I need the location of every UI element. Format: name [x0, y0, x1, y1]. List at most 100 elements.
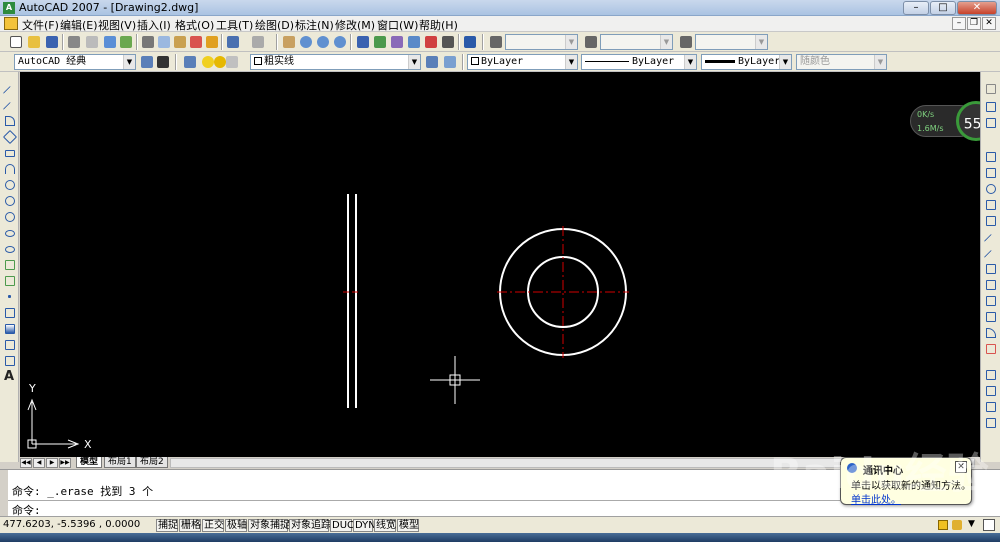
plotstyle-dropdown[interactable]: 随颜色 ▼ — [796, 54, 887, 70]
lock-icon[interactable] — [952, 520, 962, 530]
match-properties-icon[interactable] — [188, 34, 204, 50]
markup-icon[interactable] — [423, 34, 439, 50]
stretch-icon[interactable] — [984, 214, 998, 228]
region-icon[interactable] — [3, 338, 17, 352]
erase-icon[interactable] — [984, 82, 998, 96]
text-style-dropdown[interactable]: ▼ — [505, 34, 578, 50]
new-icon[interactable] — [8, 34, 24, 50]
rotate-icon[interactable] — [984, 182, 998, 196]
design-center-icon[interactable] — [372, 34, 388, 50]
menu-window[interactable]: 窗口(W) — [377, 17, 418, 33]
workspace-dropdown[interactable]: AutoCAD 经典 ▼ — [14, 54, 136, 70]
layer-lock-icon[interactable] — [224, 54, 240, 70]
send-to-back-icon[interactable] — [984, 400, 998, 414]
menu-help[interactable]: 帮助(H) — [419, 17, 458, 33]
ellipse-arc-icon[interactable] — [3, 242, 17, 256]
workspace-settings-icon[interactable] — [139, 54, 155, 70]
open-icon[interactable] — [26, 34, 42, 50]
menu-file[interactable]: 文件(F) — [22, 17, 59, 33]
undo-icon[interactable] — [225, 34, 241, 50]
save-workspace-icon[interactable] — [155, 54, 171, 70]
next-tab-button[interactable]: ▶ — [46, 458, 58, 468]
zoom-previous-icon[interactable] — [332, 34, 348, 50]
close-button[interactable]: ✕ — [957, 1, 997, 15]
tab-layout1[interactable]: 布局1 — [104, 457, 136, 468]
minimize-button[interactable]: – — [903, 1, 929, 15]
construction-line-icon[interactable] — [2, 98, 18, 117]
menu-tools[interactable]: 工具(T) — [216, 17, 253, 33]
dim-style-icon[interactable] — [583, 34, 599, 50]
tab-layout2[interactable]: 布局2 — [136, 457, 168, 468]
table-icon[interactable] — [3, 354, 17, 368]
plot-preview-icon[interactable] — [84, 34, 100, 50]
copy-object-icon[interactable] — [984, 100, 998, 114]
linetype-dropdown[interactable]: ByLayer ▼ — [581, 54, 697, 70]
balloon-close-button[interactable]: ✕ — [955, 461, 967, 473]
doc-restore-button[interactable]: ❐ — [967, 17, 981, 30]
menu-view[interactable]: 视图(V) — [98, 17, 136, 33]
help-icon[interactable] — [462, 34, 478, 50]
first-tab-button[interactable]: ◀◀ — [20, 458, 32, 468]
explode-icon[interactable] — [984, 342, 998, 356]
arc-icon[interactable] — [3, 162, 17, 176]
polyline-icon[interactable] — [3, 114, 17, 128]
gradient-icon[interactable] — [3, 322, 17, 336]
menu-insert[interactable]: 插入(I) — [137, 17, 171, 33]
model-toggle[interactable]: 模型 — [397, 519, 419, 532]
otrack-toggle[interactable]: 对象追踪 — [289, 519, 331, 532]
osnap-toggle[interactable]: 对象捕捉 — [248, 519, 290, 532]
lineweight-toggle[interactable]: 线宽 — [374, 519, 396, 532]
bring-to-front-icon[interactable] — [984, 384, 998, 398]
break-at-point-icon[interactable] — [984, 262, 998, 276]
multiline-text-icon[interactable]: A — [3, 369, 17, 384]
plot-icon[interactable] — [66, 34, 82, 50]
tab-model[interactable]: 模型 — [76, 457, 103, 468]
zoom-realtime-icon[interactable] — [298, 34, 314, 50]
status-menu-arrow-icon[interactable]: ▼ — [968, 519, 975, 529]
pan-icon[interactable] — [281, 34, 297, 50]
polar-toggle[interactable]: 极轴 — [225, 519, 247, 532]
ortho-toggle[interactable]: 正交 — [202, 519, 224, 532]
dim-style-dropdown[interactable]: ▼ — [600, 34, 673, 50]
join-icon[interactable] — [984, 294, 998, 308]
layer-manager-icon[interactable] — [182, 54, 198, 70]
layer-previous-icon[interactable] — [442, 54, 458, 70]
ellipse-icon[interactable] — [3, 226, 17, 240]
menu-edit[interactable]: 编辑(E) — [60, 17, 98, 33]
calculator-icon[interactable] — [440, 34, 456, 50]
paste-icon[interactable] — [172, 34, 188, 50]
line-icon[interactable] — [2, 82, 18, 101]
dyn-toggle[interactable]: DYN — [353, 519, 376, 532]
rectangle-icon[interactable] — [3, 146, 17, 160]
scale-icon[interactable] — [984, 198, 998, 212]
spline-icon[interactable] — [3, 210, 17, 224]
zoom-window-icon[interactable] — [315, 34, 331, 50]
mirror-icon[interactable] — [984, 116, 998, 130]
bring-above-icon[interactable] — [984, 416, 998, 430]
balloon-link[interactable]: 单击此处。 — [851, 491, 901, 506]
drawing-canvas[interactable]: Y X — [20, 72, 980, 457]
ducs-toggle[interactable]: DUCS — [330, 519, 360, 532]
command-window-grip[interactable] — [0, 470, 8, 517]
lineweight-dropdown[interactable]: ByLayer ▼ — [701, 54, 792, 70]
publish-icon[interactable] — [102, 34, 118, 50]
cut-icon[interactable] — [140, 34, 156, 50]
grid-toggle[interactable]: 栅格 — [179, 519, 201, 532]
circle-icon[interactable] — [3, 178, 17, 192]
array-icon[interactable] — [984, 150, 998, 164]
clean-screen-icon[interactable] — [983, 519, 995, 531]
autocad-app-icon[interactable]: A — [3, 2, 15, 14]
text-style-icon[interactable] — [488, 34, 504, 50]
prev-tab-button[interactable]: ◀ — [33, 458, 45, 468]
table-style-dropdown[interactable]: ▼ — [695, 34, 768, 50]
sheet-set-icon[interactable] — [406, 34, 422, 50]
menu-format[interactable]: 格式(O) — [175, 17, 214, 33]
copy-icon[interactable] — [156, 34, 172, 50]
redo-icon[interactable] — [250, 34, 266, 50]
menu-dimension[interactable]: 标注(N) — [295, 17, 334, 33]
hatch-icon[interactable] — [3, 306, 17, 320]
polygon-icon[interactable] — [2, 129, 18, 145]
warning-icon[interactable] — [938, 520, 948, 530]
document-icon[interactable] — [4, 17, 18, 30]
chamfer-icon[interactable] — [984, 310, 998, 324]
